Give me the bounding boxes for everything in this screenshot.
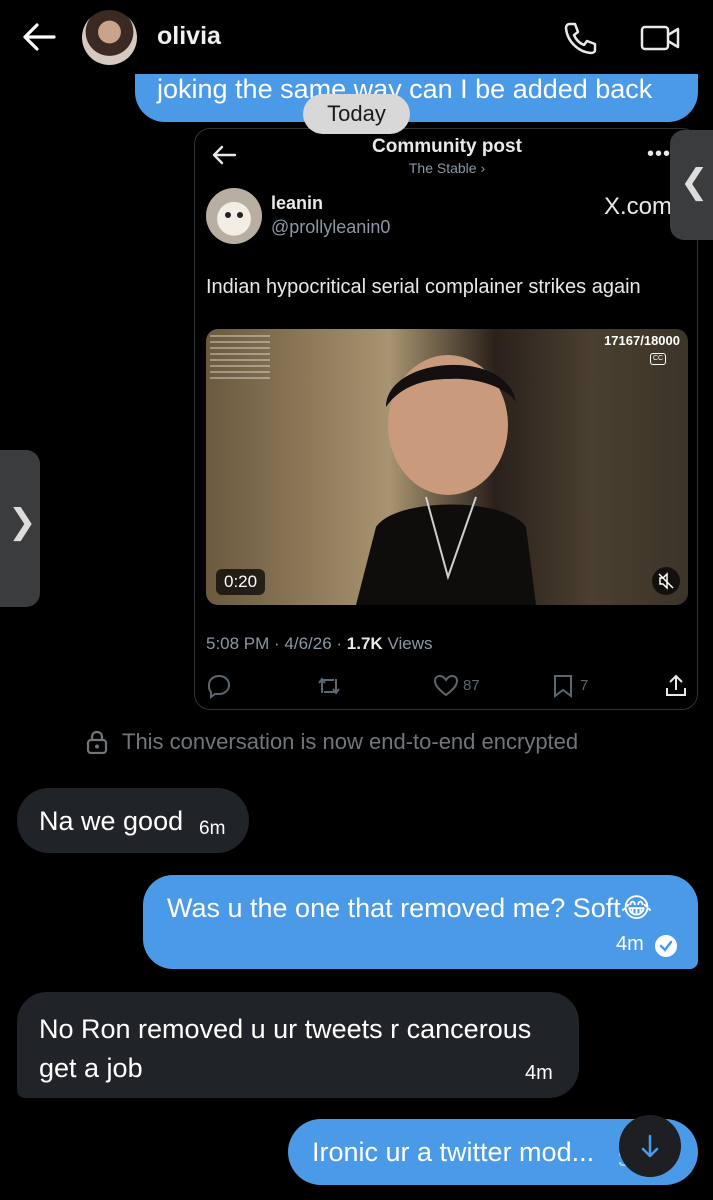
source-logo: X.com (604, 193, 673, 220)
side-panel-tab-right[interactable]: ❮ (670, 130, 713, 240)
author-avatar[interactable] (206, 188, 262, 244)
views-label: Views (382, 634, 433, 653)
avatar[interactable] (82, 10, 137, 65)
video-player[interactable]: 17167/18000 CC 0:20 (206, 329, 688, 605)
community-link[interactable]: The Stable › (195, 160, 697, 176)
repost-icon[interactable] (316, 673, 342, 699)
video-duration: 0:20 (216, 569, 266, 595)
post-timestamp: 5:08 PM · 4/6/26 · (206, 634, 347, 653)
author-handle[interactable]: @prollyleanin0 (271, 217, 390, 238)
check-icon (655, 935, 677, 957)
encryption-notice: This conversation is now end-to-end encr… (86, 729, 578, 755)
post-meta: 5:08 PM · 4/6/26 · 1.7K Views (206, 634, 432, 654)
message-text: Was u the one that removed me? Soft😂 (167, 893, 653, 923)
bookmarks-count: 7 (580, 677, 589, 694)
author-name[interactable]: leanin (271, 193, 323, 214)
outgoing-message[interactable]: Was u the one that removed me? Soft😂 4m (143, 875, 698, 969)
bookmark-icon (554, 675, 572, 698)
chevron-right-icon: ❯ (8, 503, 37, 541)
message-text: Na we good (39, 806, 184, 836)
likes-count: 87 (463, 677, 480, 694)
arrow-down-icon[interactable] (619, 1115, 681, 1177)
stream-chat-overlay (210, 335, 270, 379)
views-count: 1.7K (346, 634, 383, 653)
reply-icon[interactable] (206, 673, 232, 699)
more-icon[interactable]: ••• (647, 143, 671, 166)
video-frame-person (356, 355, 536, 605)
incoming-message[interactable]: Na we good 6m (17, 788, 249, 853)
mute-icon[interactable] (652, 567, 680, 595)
video-call-icon[interactable] (640, 22, 680, 54)
post-text: Indian hypocritical serial complainer st… (206, 276, 641, 298)
shared-post-card[interactable]: Community post The Stable › ••• leanin @… (194, 128, 698, 710)
message-time: 4m (616, 933, 644, 955)
message-time: 6m (199, 818, 226, 839)
back-arrow-icon[interactable] (22, 22, 56, 52)
chat-header: olivia (0, 0, 713, 74)
date-divider: Today (303, 94, 410, 134)
side-panel-tab-left[interactable]: ❯ (0, 450, 40, 607)
message-text: Ironic ur a twitter mod... (312, 1137, 595, 1167)
phone-icon[interactable] (562, 20, 598, 56)
post-actions: 87 7 (195, 669, 697, 705)
contact-name[interactable]: olivia (157, 22, 221, 51)
post-header-title: Community post (372, 136, 522, 157)
message-time: 4m (525, 1062, 553, 1084)
heart-icon (433, 674, 459, 697)
message-text: No Ron removed u ur tweets r cancerous g… (39, 1014, 532, 1083)
captions-button[interactable]: CC (650, 353, 666, 365)
like-button[interactable]: 87 (433, 673, 493, 699)
encryption-text: This conversation is now end-to-end encr… (122, 729, 579, 754)
chevron-left-icon: ❮ (680, 163, 709, 201)
bookmark-button[interactable]: 7 (550, 673, 600, 699)
viewer-counter: 17167/18000 (604, 333, 680, 348)
incoming-message[interactable]: No Ron removed u ur tweets r cancerous g… (17, 992, 579, 1098)
share-icon[interactable] (663, 673, 689, 699)
